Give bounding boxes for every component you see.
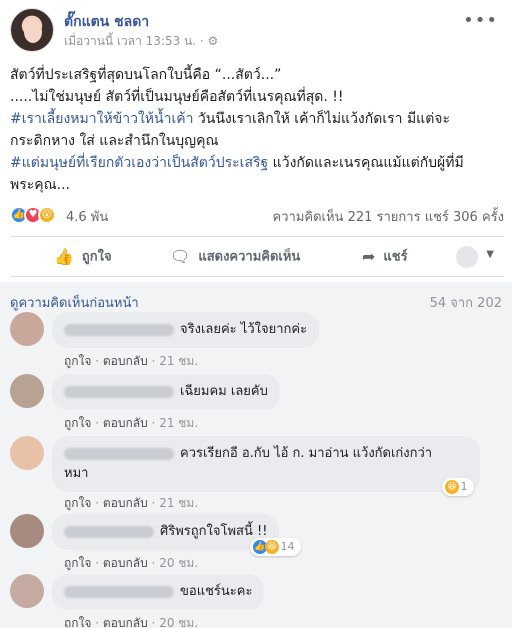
author-name[interactable]: ตั๊กแตน ชลดา (64, 11, 149, 33)
post-line-4: กระดิกหาง ใส่ และสำนึกในบุญคุณ (10, 133, 219, 149)
commenter-name-blurred[interactable] (64, 525, 154, 538)
comment-time[interactable]: 21 ชม. (159, 496, 198, 510)
post-time-label[interactable]: เมื่อวานนี้ เวลา 13:53 น. (64, 34, 196, 48)
post-line-6: พระคุณ... (10, 177, 70, 193)
commenter-name-blurred[interactable] (64, 585, 174, 598)
post-text: สัตว์ที่ประเสริฐที่สุดบนโลกใบนี้คือ “...… (10, 64, 504, 196)
comment-like-link[interactable]: ถูกใจ (64, 556, 91, 570)
view-previous-comments-link[interactable]: ดูความคิดเห็นก่อนหน้า (10, 292, 139, 313)
comment-bubble: เฉียมคม เลยคับ (52, 374, 280, 410)
comment-line-1: ควรเรียกอี อ.กับ ไอ้ ก. มาอ่าน แว้งกัดเก… (64, 444, 468, 464)
comment-page-count: 54 จาก 202 (429, 296, 502, 311)
post-header: ตั๊กแตน ชลดา เมื่อวานนี้ เวลา 13:53 น. ·… (10, 8, 502, 52)
comment-like-link[interactable]: ถูกใจ (64, 496, 91, 510)
comment-text: จริงเลยค่ะ ไว้ใจยากค่ะ (180, 322, 308, 337)
post-actions: 👍 ถูกใจ 🗨 แสดงความคิดเห็น ➦ แชร์ ▼ (10, 240, 504, 274)
comment-reply-link[interactable]: ตอบกลับ (103, 416, 148, 430)
post-line-2: .....ไม่ใช่มนุษย์ สัตว์ที่เป็นมนุษย์คือส… (10, 89, 344, 105)
comment-reaction-count: 14 (280, 540, 295, 553)
profile-selector-avatar[interactable] (456, 246, 478, 268)
post-time[interactable]: เมื่อวานนี้ เวลา 13:53 น. · ⚙ (64, 32, 218, 51)
post-line-3-text: วันนึงเราเลิกให้ เค้าก็ไม่แว้งกัดเรา มีแ… (193, 111, 451, 127)
comment-actions: ถูกใจ · ตอบกลับ · 20 ชม. (64, 616, 199, 628)
commenter-avatar[interactable] (10, 574, 44, 608)
comments-section: ดูความคิดเห็นก่อนหน้า 54 จาก 202 จริงเลย… (0, 282, 512, 628)
avatar-face (24, 21, 42, 43)
comment-bubble: ศิริพรถูกใจโพสนี้ !! (52, 514, 280, 550)
comment-share-counts[interactable]: ความคิดเห็น 221 รายการ แชร์ 306 ครั้ง (273, 206, 504, 227)
comment-actions: ถูกใจ · ตอบกลับ · 21 ชม. (64, 354, 199, 368)
comment-reply-link[interactable]: ตอบกลับ (103, 616, 148, 628)
comment-text-cont: หมา (64, 466, 89, 481)
comment-text: เฉียมคม เลยคับ (180, 384, 268, 399)
post-line-1: สัตว์ที่ประเสริฐที่สุดบนโลกใบนี้คือ “...… (10, 67, 282, 83)
hashtag-link[interactable]: #แต่มนุษย์ที่เรียกตัวเองว่าเป็นสัตว์ประเ… (10, 155, 268, 171)
comment-time[interactable]: 21 ชม. (159, 354, 198, 368)
post-line-5-text: แว้งกัดและเนรคุณแม้แต่กับผู้ที่มี (268, 155, 464, 171)
wow-reaction-icon: 😮 (38, 206, 56, 224)
hashtag-link[interactable]: #เราเลี้ยงหมาให้ข้าวให้น้ำเค้า (10, 111, 193, 127)
post-line-5: #แต่มนุษย์ที่เรียกตัวเองว่าเป็นสัตว์ประเ… (10, 152, 504, 174)
comment-actions: ถูกใจ · ตอบกลับ · 21 ชม. (64, 496, 199, 510)
comment-actions: ถูกใจ · ตอบกลับ · 20 ชม. (64, 556, 199, 570)
comment-reactions[interactable]: 😆 1 (442, 478, 474, 496)
globe-icon: ⚙ (207, 34, 219, 48)
comment-actions: ถูกใจ · ตอบกลับ · 21 ชม. (64, 416, 199, 430)
divider (10, 236, 504, 237)
post-stats: 👍 ♥ 😮 4.6 พัน ความคิดเห็น 221 รายการ แชร… (10, 204, 504, 228)
like-label: ถูกใจ (81, 249, 112, 265)
comment-text: ศิริพรถูกใจโพสนี้ !! (160, 524, 268, 539)
commenter-avatar[interactable] (10, 514, 44, 548)
reaction-count[interactable]: 4.6 พัน (66, 206, 108, 227)
comment-label: แสดงความคิดเห็น (198, 249, 301, 265)
comment-like-link[interactable]: ถูกใจ (64, 354, 91, 368)
comment-reactions[interactable]: 👍 😆 14 (250, 538, 301, 556)
comment-text: ควรเรียกอี อ.กับ ไอ้ ก. มาอ่าน แว้งกัดเก… (180, 446, 433, 461)
caret-down-icon[interactable]: ▼ (486, 249, 494, 260)
share-label: แชร์ (383, 249, 408, 265)
commenter-avatar[interactable] (10, 312, 44, 346)
comment-bubble: ขอแชร์นะคะ (52, 574, 265, 610)
commenter-name-blurred[interactable] (64, 385, 174, 398)
commenter-name-blurred[interactable] (64, 447, 174, 460)
share-button[interactable]: ➦ แชร์ (362, 246, 408, 268)
thumbs-up-icon: 👍 (54, 247, 74, 266)
comment-like-link[interactable]: ถูกใจ (64, 616, 91, 628)
comment-bubble: ควรเรียกอี อ.กับ ไอ้ ก. มาอ่าน แว้งกัดเก… (52, 436, 480, 492)
divider (10, 276, 504, 277)
commenter-avatar[interactable] (10, 374, 44, 408)
commenter-name-blurred[interactable] (64, 323, 174, 336)
author-avatar[interactable] (10, 8, 54, 52)
comment-reaction-count: 1 (460, 480, 468, 493)
haha-reaction-icon: 😆 (445, 480, 459, 494)
comment-time[interactable]: 21 ชม. (159, 416, 198, 430)
comment-reply-link[interactable]: ตอบกลับ (103, 496, 148, 510)
comment-bubble: จริงเลยค่ะ ไว้ใจยากค่ะ (52, 312, 320, 348)
comment-icon: 🗨 (170, 247, 191, 266)
share-icon: ➦ (362, 247, 376, 266)
commenter-avatar[interactable] (10, 436, 44, 470)
comment-reply-link[interactable]: ตอบกลับ (103, 556, 148, 570)
comment-reply-link[interactable]: ตอบกลับ (103, 354, 148, 368)
comment-button[interactable]: 🗨 แสดงความคิดเห็น (170, 246, 300, 268)
comment-text: ขอแชร์นะคะ (180, 584, 253, 599)
comment-time[interactable]: 20 ชม. (159, 616, 198, 628)
like-button[interactable]: 👍 ถูกใจ (54, 246, 112, 268)
comment-time[interactable]: 20 ชม. (159, 556, 198, 570)
post-line-3: #เราเลี้ยงหมาให้ข้าวให้น้ำเค้า วันนึงเรา… (10, 108, 504, 130)
haha-reaction-icon: 😆 (265, 540, 279, 554)
comment-like-link[interactable]: ถูกใจ (64, 416, 91, 430)
more-icon[interactable]: ••• (463, 10, 498, 31)
